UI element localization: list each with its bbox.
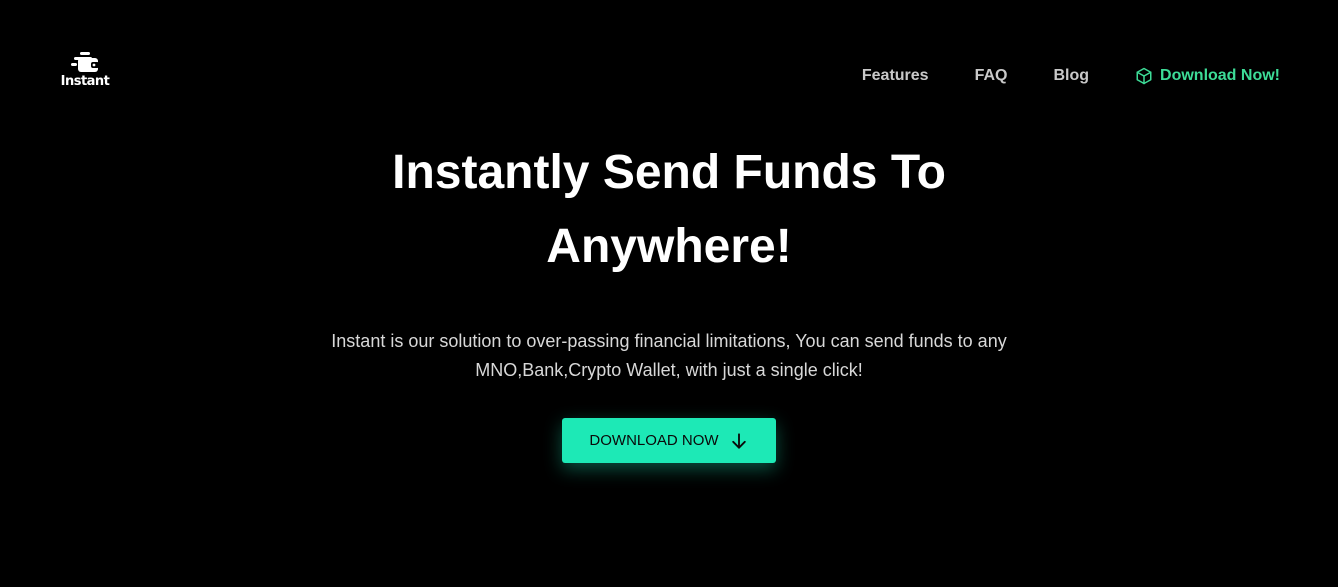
nav-link-features[interactable]: Features xyxy=(862,64,929,88)
landing-page: Instant Features FAQ Blog Download Now! … xyxy=(0,0,1338,587)
download-now-label: Download Now! xyxy=(1160,67,1280,84)
download-now-button[interactable]: DOWNLOAD NOW xyxy=(562,418,776,463)
hero-title: Instantly Send Funds To Anywhere! xyxy=(392,146,946,273)
logo-text: Instant xyxy=(60,74,110,89)
nav-link-faq[interactable]: FAQ xyxy=(975,64,1008,88)
nav-link-blog[interactable]: Blog xyxy=(1053,64,1089,88)
brand-logo[interactable]: Instant xyxy=(60,50,110,94)
arrow-down-icon xyxy=(731,432,746,449)
hero-subtitle: Instant is our solution to over-passing … xyxy=(331,331,1007,380)
download-now-link[interactable]: Download Now! xyxy=(1135,64,1280,88)
hero-section: Instantly Send Funds To Anywhere! Instan… xyxy=(0,136,1338,463)
download-button-label: DOWNLOAD NOW xyxy=(589,432,719,449)
main-nav: Features FAQ Blog Download Now! xyxy=(816,64,1280,88)
box-icon xyxy=(1136,67,1152,85)
wallet-icon xyxy=(71,52,99,72)
